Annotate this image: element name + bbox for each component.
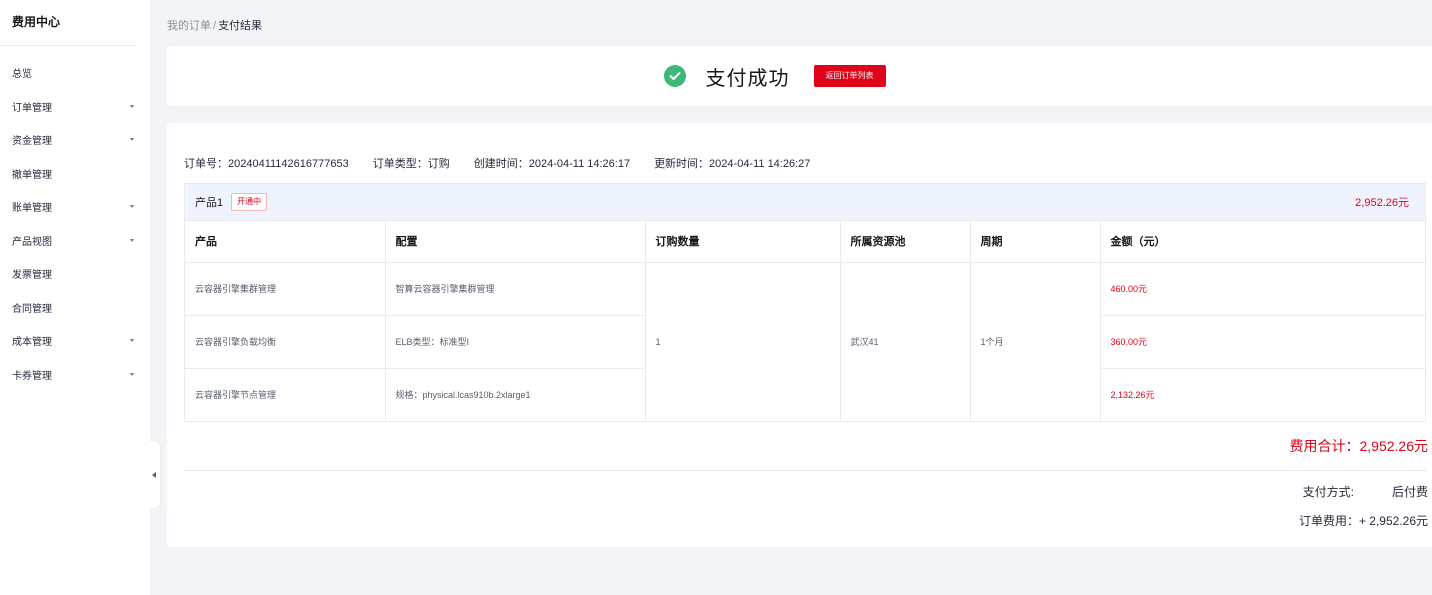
sidebar-item-invoices[interactable]: 发票管理 [0, 257, 150, 291]
order-created-time: 创建时间：2024-04-11 14:26:17 [473, 158, 631, 170]
sidebar-item-bills[interactable]: 账单管理 [0, 190, 150, 224]
product-table: 产品1 开通中 2,952.26元 产品 配置 订购数量 所属资源池 周期 金额… [184, 183, 1426, 422]
product-name-group: 产品1 开通中 [195, 193, 268, 211]
sidebar-item-coupons[interactable]: 卡券管理 [0, 358, 150, 392]
column-header-period: 周期 [970, 221, 1101, 263]
sidebar-menu: 总览 订单管理 资金管理 撤单管理 账单管理 产品视图 发票管理 合同管理 成本… [0, 46, 150, 391]
chevron-down-icon [130, 104, 134, 108]
sidebar-item-overview[interactable]: 总览 [0, 56, 150, 90]
column-header-product: 产品 [185, 221, 386, 263]
sidebar-item-product-view[interactable]: 产品视图 [0, 224, 150, 258]
back-to-orders-button[interactable]: 返回订单列表 [813, 65, 886, 87]
sidebar-item-label: 卡券管理 [12, 370, 52, 382]
sidebar-item-label: 撤单管理 [12, 169, 52, 181]
order-type: 订单类型：订购 [372, 158, 450, 170]
chevron-down-icon [130, 372, 134, 376]
product-total: 2,952.26元 [1355, 197, 1409, 209]
cell-amount: 460.00元 [1100, 262, 1425, 316]
order-items-table: 产品 配置 订购数量 所属资源池 周期 金额（元） 云容器引擎集群管理 智算云容… [185, 221, 1425, 422]
column-header-resource-pool: 所属资源池 [840, 221, 971, 263]
sidebar-item-funds[interactable]: 资金管理 [0, 123, 150, 157]
fee-total: 费用合计：2,952.26元 [1289, 438, 1429, 454]
breadcrumb-current: 支付结果 [218, 20, 263, 32]
breadcrumb: 我的订单 / 支付结果 [167, 17, 262, 33]
cell-quantity: 1 [645, 262, 841, 422]
cell-resource-pool: 武汉41 [840, 262, 971, 422]
product-name: 产品1 [195, 197, 224, 209]
table-header-row: 产品 配置 订购数量 所属资源池 周期 金额（元） [185, 221, 1425, 263]
breadcrumb-separator: / [213, 20, 217, 32]
column-header-quantity: 订购数量 [645, 221, 841, 263]
payment-method-row: 支付方式: 后付费 [1303, 483, 1428, 500]
sidebar-item-cancellations[interactable]: 撤单管理 [0, 157, 150, 191]
column-header-amount: 金额（元） [1100, 221, 1425, 263]
order-detail-card: 订单号：20240411142616777653 订单类型：订购 创建时间：20… [167, 123, 1432, 547]
order-updated-time: 更新时间：2024-04-11 14:26:27 [654, 158, 811, 170]
cell-period: 1个月 [970, 262, 1101, 422]
divider [184, 470, 1426, 471]
sidebar-item-label: 成本管理 [12, 337, 52, 349]
order-number: 订单号：20240411142616777653 [184, 158, 349, 170]
product-header: 产品1 开通中 2,952.26元 [185, 184, 1425, 221]
payment-method-value: 后付费 [1391, 485, 1428, 499]
cell-config: 智算云容器引擎集群管理 [385, 262, 646, 316]
payment-success-card: 支付成功 返回订单列表 [167, 46, 1432, 106]
sidebar-title: 费用中心 [0, 0, 137, 46]
chevron-left-icon [152, 471, 156, 478]
sidebar-item-label: 订单管理 [12, 102, 52, 114]
success-content: 支付成功 返回订单列表 [663, 62, 886, 91]
cell-product: 云容器引擎负载均衡 [185, 315, 386, 369]
check-circle-icon [663, 65, 686, 87]
sidebar-item-label: 产品视图 [12, 236, 52, 248]
cell-amount: 2,132.26元 [1100, 368, 1425, 422]
cell-product: 云容器引擎集群管理 [185, 262, 386, 316]
sidebar-item-label: 账单管理 [12, 203, 52, 215]
order-meta: 订单号：20240411142616777653 订单类型：订购 创建时间：20… [184, 155, 834, 171]
sidebar-item-label: 资金管理 [12, 136, 52, 148]
cell-config: 规格：physical.lcas910b.2xlarge1 [385, 368, 646, 422]
status-badge: 开通中 [231, 193, 268, 211]
sidebar-collapse-handle[interactable] [148, 441, 160, 508]
chevron-down-icon [130, 205, 134, 209]
order-fee-row: 订单费用：+ 2,952.26元 [1299, 512, 1428, 529]
payment-method-label: 支付方式: [1302, 485, 1354, 499]
sidebar-item-label: 总览 [12, 69, 32, 81]
sidebar-item-label: 发票管理 [12, 270, 52, 282]
sidebar-item-costs[interactable]: 成本管理 [0, 324, 150, 358]
success-title: 支付成功 [705, 67, 790, 90]
chevron-down-icon [130, 238, 134, 242]
sidebar: 费用中心 总览 订单管理 资金管理 撤单管理 账单管理 产品视图 发票管理 合同… [0, 0, 150, 595]
sidebar-item-contracts[interactable]: 合同管理 [0, 291, 150, 325]
breadcrumb-parent[interactable]: 我的订单 [167, 20, 211, 32]
cell-config: ELB类型：标准型I [385, 315, 646, 369]
cell-product: 云容器引擎节点管理 [185, 368, 386, 422]
sidebar-item-orders[interactable]: 订单管理 [0, 90, 150, 124]
cell-amount: 360.00元 [1100, 315, 1425, 369]
chevron-down-icon [130, 138, 134, 142]
order-fee: 订单费用：+ 2,952.26元 [1298, 514, 1428, 528]
chevron-down-icon [130, 339, 134, 343]
sidebar-item-label: 合同管理 [12, 303, 52, 315]
column-header-config: 配置 [385, 221, 646, 263]
table-row: 云容器引擎集群管理 智算云容器引擎集群管理 1 武汉41 1个月 460.00元 [185, 262, 1425, 422]
